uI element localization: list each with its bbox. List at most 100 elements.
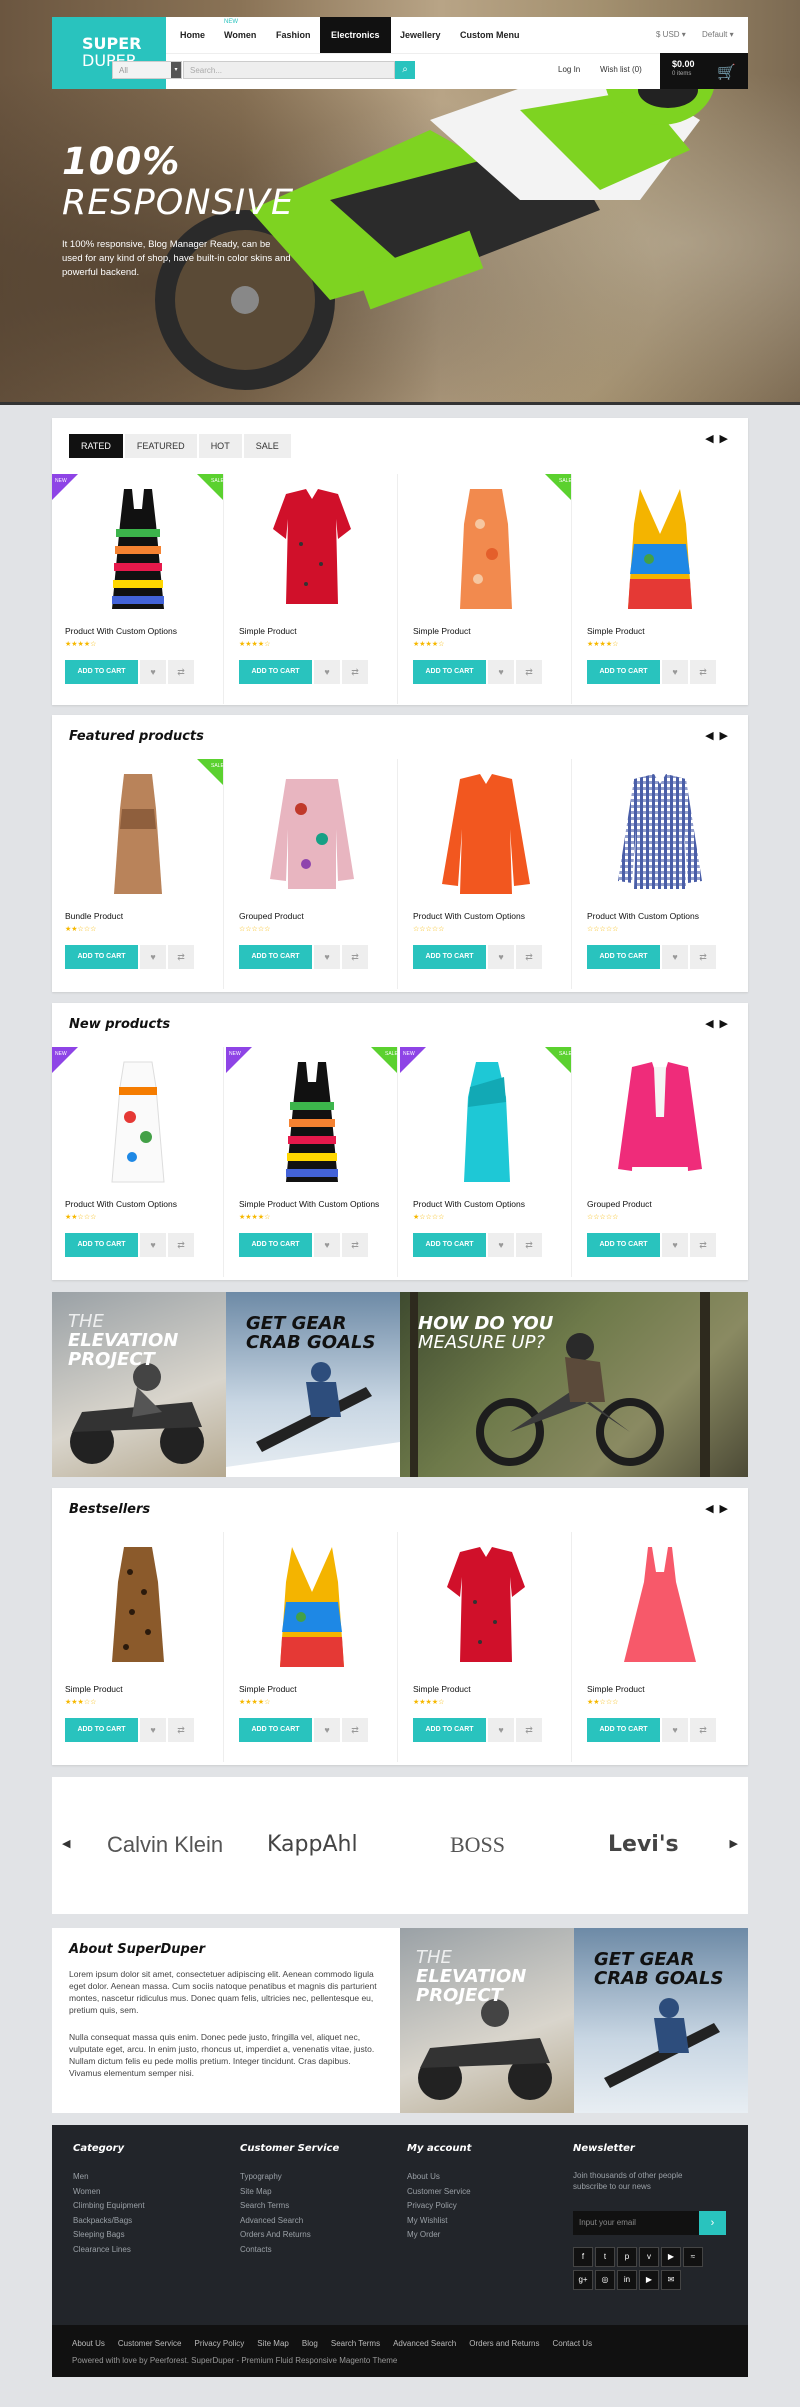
compare-icon[interactable]: ⇄ [168,1718,194,1742]
search-icon[interactable]: ⌕ [395,61,415,79]
add-to-cart-button[interactable]: ADD TO CART [239,1233,312,1257]
product-name[interactable]: Product With Custom Options [65,1199,177,1209]
print-jacket-image[interactable] [256,769,368,899]
heart-icon[interactable]: ♥ [314,660,340,684]
chevron-right-icon[interactable]: ▶ [720,1503,734,1515]
add-to-cart-button[interactable]: ADD TO CART [413,1718,486,1742]
chevron-right-icon[interactable]: ▶ [720,433,734,445]
measure-up-banner[interactable]: HOW DO YOU MEASURE UP? [400,1292,748,1477]
nav-electronics[interactable]: Electronics [320,17,391,53]
footer-link[interactable]: Advanced Search [240,2214,339,2229]
chevron-right-icon[interactable]: ▶ [720,730,734,742]
nav-custom-menu[interactable]: Custom Menu [454,17,526,53]
turquoise-dress-image[interactable] [430,1057,542,1187]
heart-icon[interactable]: ♥ [314,945,340,969]
tab-hot[interactable]: HOT [198,434,242,458]
chevron-right-icon[interactable]: ▶ [730,1837,738,1850]
pinterest-icon[interactable]: p [617,2247,637,2267]
youtube-icon[interactable]: ▶ [661,2247,681,2267]
product-name[interactable]: Product With Custom Options [413,1199,525,1209]
facebook-icon[interactable]: f [573,2247,593,2267]
compare-icon[interactable]: ⇄ [342,1718,368,1742]
heart-icon[interactable]: ♥ [488,1718,514,1742]
coral-dress-image[interactable] [604,1542,716,1672]
compare-icon[interactable]: ⇄ [690,1233,716,1257]
add-to-cart-button[interactable]: ADD TO CART [65,1233,138,1257]
instagram-icon[interactable]: ◎ [595,2270,615,2290]
heart-icon[interactable]: ♥ [140,1233,166,1257]
multicolor-vneck-dress-image[interactable] [256,1542,368,1672]
footer-bottom-link[interactable]: Privacy Policy [194,2339,244,2348]
add-to-cart-button[interactable]: ADD TO CART [65,945,138,969]
compare-icon[interactable]: ⇄ [516,1233,542,1257]
elevation-project-banner[interactable]: THE ELEVATION PROJECT [52,1292,226,1477]
orange-shirt-image[interactable] [430,769,542,899]
mail-icon[interactable]: ✉ [661,2270,681,2290]
product-name[interactable]: Simple Product [65,1684,123,1694]
store-select[interactable]: Default ▾ [702,17,734,53]
google-plus-icon[interactable]: g+ [573,2270,593,2290]
footer-bottom-link[interactable]: Search Terms [331,2339,380,2348]
chevron-left-icon[interactable]: ◀ [705,1018,719,1030]
compare-icon[interactable]: ⇄ [342,945,368,969]
multicolor-vneck-dress-image[interactable] [604,484,716,614]
youtube-icon[interactable]: ▶ [639,2270,659,2290]
brand-logo[interactable]: Calvin Klein [107,1832,223,1858]
product-name[interactable]: Simple Product With Custom Options [239,1199,379,1209]
heart-icon[interactable]: ♥ [662,660,688,684]
footer-bottom-link[interactable]: Customer Service [118,2339,182,2348]
compare-icon[interactable]: ⇄ [168,660,194,684]
category-select[interactable]: All ▾ [112,61,182,79]
product-name[interactable]: Simple Product [413,1684,471,1694]
product-name[interactable]: Simple Product [587,626,645,636]
linkedin-icon[interactable]: in [617,2270,637,2290]
compare-icon[interactable]: ⇄ [342,1233,368,1257]
footer-link[interactable]: Site Map [240,2185,339,2200]
product-name[interactable]: Simple Product [587,1684,645,1694]
add-to-cart-button[interactable]: ADD TO CART [587,660,660,684]
brand-logo[interactable]: BOSS [450,1832,505,1858]
chevron-right-icon[interactable]: ▶ [720,1018,734,1030]
nav-home[interactable]: Home [174,17,211,53]
brand-logo[interactable]: Levi's [608,1832,679,1857]
tab-featured[interactable]: FEATURED [124,434,197,458]
gear-crab-goals-banner[interactable]: GET GEAR CRAB GOALS [574,1928,748,2113]
product-name[interactable]: Product With Custom Options [65,626,177,636]
bronze-sequin-dress-image[interactable] [82,769,194,899]
heart-icon[interactable]: ♥ [314,1233,340,1257]
gingham-shirt-image[interactable] [604,769,716,899]
nav-women[interactable]: Women [218,17,262,53]
footer-bottom-link[interactable]: About Us [72,2339,105,2348]
nav-jewellery[interactable]: Jewellery [394,17,447,53]
rss-icon[interactable]: ≈ [683,2247,703,2267]
orange-print-dress-image[interactable] [430,484,542,614]
product-name[interactable]: Product With Custom Options [413,911,525,921]
search-input[interactable]: Search... [183,61,395,79]
heart-icon[interactable]: ♥ [488,1233,514,1257]
tab-sale[interactable]: SALE [243,434,291,458]
product-name[interactable]: Bundle Product [65,911,123,921]
compare-icon[interactable]: ⇄ [690,945,716,969]
footer-link[interactable]: Typography [240,2170,339,2185]
product-name[interactable]: Grouped Product [587,1199,652,1209]
heart-icon[interactable]: ♥ [140,945,166,969]
footer-link[interactable]: Privacy Policy [407,2199,471,2214]
footer-bottom-link[interactable]: Advanced Search [393,2339,456,2348]
chevron-left-icon[interactable]: ◀ [62,1837,70,1850]
footer-link[interactable]: Customer Service [407,2185,471,2200]
gear-crab-goals-banner[interactable]: GET GEAR CRAB GOALS [226,1292,400,1477]
compare-icon[interactable]: ⇄ [516,945,542,969]
floral-dress-image[interactable] [82,1057,194,1187]
chevron-left-icon[interactable]: ◀ [705,730,719,742]
add-to-cart-button[interactable]: ADD TO CART [587,1718,660,1742]
footer-bottom-link[interactable]: Orders and Returns [469,2339,539,2348]
compare-icon[interactable]: ⇄ [690,1718,716,1742]
compare-icon[interactable]: ⇄ [516,660,542,684]
footer-link[interactable]: About Us [407,2170,471,2185]
footer-link[interactable]: Orders And Returns [240,2228,339,2243]
heart-icon[interactable]: ♥ [662,945,688,969]
footer-link[interactable]: Contacts [240,2243,339,2258]
footer-link[interactable]: Clearance Lines [73,2243,145,2258]
chevron-left-icon[interactable]: ◀ [705,1503,719,1515]
newsletter-email-input[interactable]: Input your email [573,2211,699,2235]
